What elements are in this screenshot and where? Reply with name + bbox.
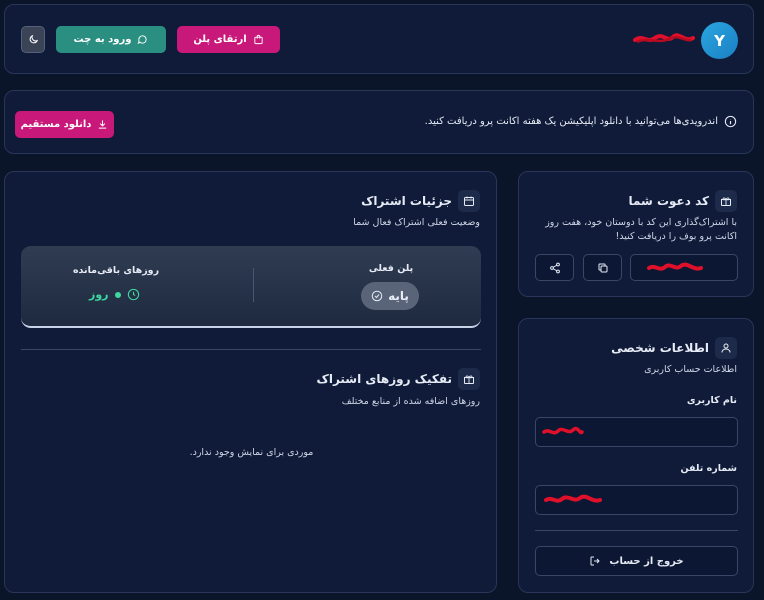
current-plan-badge: پایه xyxy=(361,282,419,310)
current-plan-value: پایه xyxy=(388,289,409,303)
redacted-username xyxy=(633,31,695,47)
subscription-subtitle: وضعیت فعلی اشتراک فعال شما xyxy=(353,217,480,228)
enter-chat-label: ورود به چت xyxy=(73,34,132,45)
android-notice-banner: دانلود مستقیم اندرویدی‌ها می‌توانید با د… xyxy=(4,90,754,154)
username-field[interactable] xyxy=(535,417,738,447)
direct-download-label: دانلود مستقیم xyxy=(20,119,92,130)
share-button[interactable] xyxy=(535,254,574,281)
empty-state-text: موردی برای نمایش وجود ندارد. xyxy=(189,447,314,458)
gift-icon xyxy=(458,368,480,390)
personal-info-card: اطلاعات شخصی اطلاعات حساب کاربری نام کار… xyxy=(518,318,754,593)
status-dot xyxy=(114,291,121,298)
redacted-invite-code xyxy=(647,262,703,277)
breakdown-title: تفکیک روزهای اشتراک xyxy=(316,372,452,386)
upgrade-plan-button[interactable]: ارتقای پلن xyxy=(177,26,280,53)
avatar-letter: Y xyxy=(714,31,725,50)
header-bar: ورود به چت ارتقای پلن Y xyxy=(4,4,754,74)
invite-title: کد دعوت شما xyxy=(628,194,709,208)
logout-button[interactable]: خروج از حساب xyxy=(535,546,738,576)
gift-icon xyxy=(715,190,737,212)
download-icon xyxy=(97,119,108,130)
current-plan-label: پلن فعلی xyxy=(368,263,414,274)
direct-download-button[interactable]: دانلود مستقیم xyxy=(15,111,114,138)
share-icon xyxy=(549,262,561,274)
invite-code-card: کد دعوت شما با اشتراک‌گذاری این کد با دو… xyxy=(518,171,754,297)
copy-button[interactable] xyxy=(583,254,622,281)
copy-icon xyxy=(597,262,609,274)
redacted-phone-value xyxy=(544,494,602,509)
invite-description: با اشتراک‌گذاری این کد با دوستان خود، هف… xyxy=(545,217,737,242)
username-label: نام کاربری xyxy=(686,395,737,406)
redacted-username-value xyxy=(542,426,584,441)
breakdown-subtitle: روزهای اضافه شده از منابع مختلف xyxy=(341,396,480,407)
subscription-title: جزئیات اشتراک xyxy=(361,194,452,208)
remaining-days-value: روز xyxy=(89,288,109,301)
invite-code-field[interactable] xyxy=(630,254,738,281)
moon-icon xyxy=(28,34,39,45)
calendar-icon xyxy=(458,190,480,212)
profile-subtitle: اطلاعات حساب کاربری xyxy=(644,364,737,375)
notice-text: اندرویدی‌ها می‌توانید با دانلود اپلیکیشن… xyxy=(424,116,718,127)
plan-status-panel: پلن فعلی پایه روزهای باقی‌مانده روز xyxy=(21,246,481,328)
phone-field[interactable] xyxy=(535,485,738,515)
chat-bubble-icon xyxy=(137,34,148,45)
remaining-days-label: روزهای باقی‌مانده xyxy=(72,265,160,276)
upgrade-plan-label: ارتقای پلن xyxy=(193,34,247,45)
subscription-details-card: جزئیات اشتراک وضعیت فعلی اشتراک فعال شما… xyxy=(4,171,497,593)
phone-label: شماره تلفن xyxy=(680,463,738,474)
enter-chat-button[interactable]: ورود به چت xyxy=(56,26,166,53)
logout-icon xyxy=(589,555,601,567)
info-icon xyxy=(724,115,737,128)
logout-label: خروج از حساب xyxy=(609,555,684,567)
theme-toggle-button[interactable] xyxy=(21,26,45,53)
section-divider xyxy=(21,349,481,350)
profile-title: اطلاعات شخصی xyxy=(611,341,709,355)
avatar[interactable]: Y xyxy=(701,22,738,59)
clock-icon xyxy=(127,288,140,301)
check-circle-icon xyxy=(371,290,383,302)
shopping-bag-icon xyxy=(253,34,264,45)
profile-divider xyxy=(535,530,738,531)
user-icon xyxy=(715,337,737,359)
